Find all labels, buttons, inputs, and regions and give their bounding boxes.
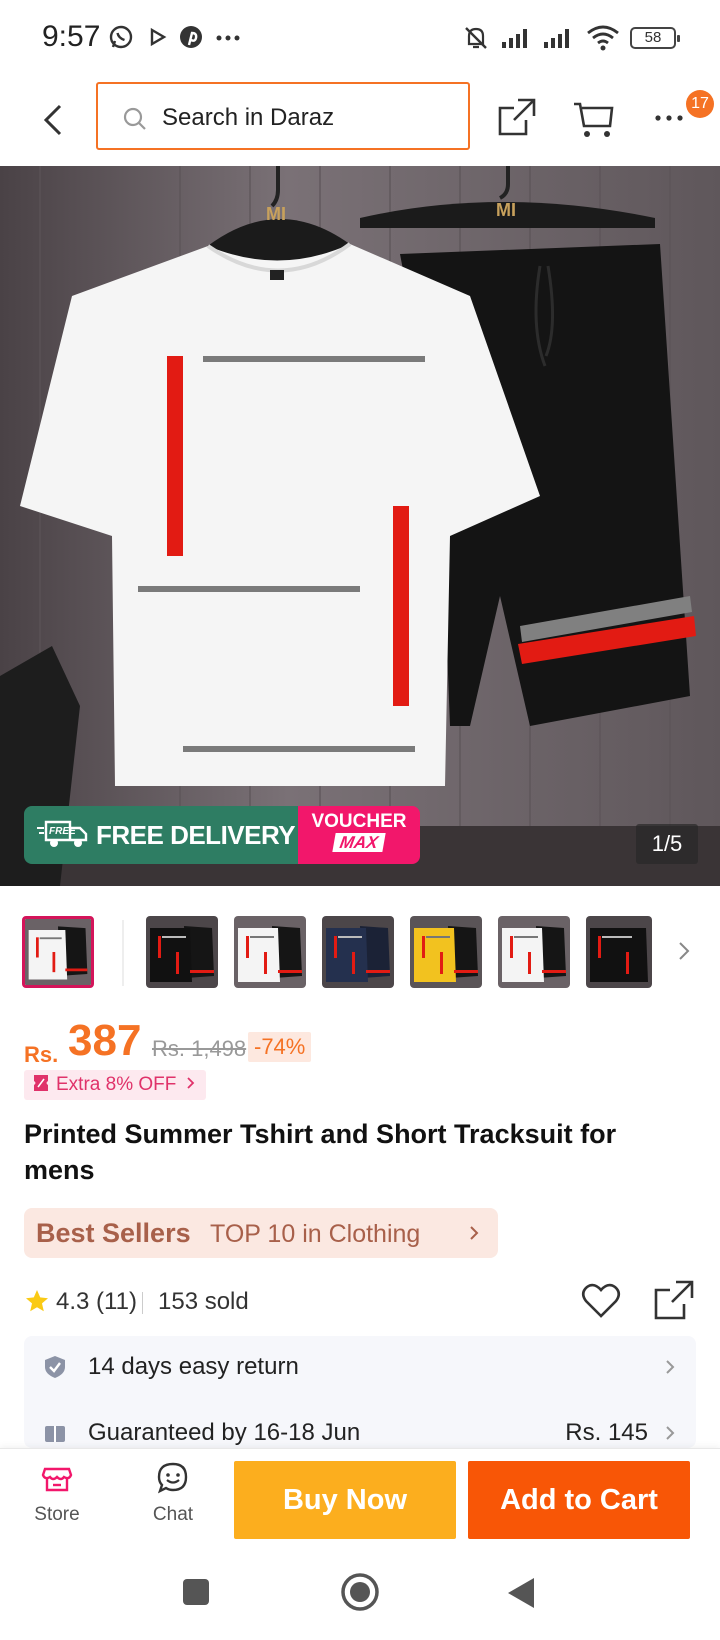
chevron-right-icon xyxy=(186,1075,196,1096)
svg-text:MI: MI xyxy=(266,204,286,224)
product-photo: MI MI xyxy=(0,166,720,886)
delivery-guarantee-text: Guaranteed by 16-18 Jun xyxy=(88,1419,361,1446)
price-value: 387 xyxy=(68,1016,142,1065)
buy-now-button[interactable]: Buy Now xyxy=(234,1461,456,1539)
product-image[interactable]: MI MI 1/5 xyxy=(0,166,720,886)
back-nav-icon[interactable] xyxy=(506,1576,538,1615)
cart-icon[interactable] xyxy=(572,96,616,145)
add-to-cart-button[interactable]: Add to Cart xyxy=(468,1461,690,1539)
voucher-max-badge: VOUCHER MAX xyxy=(298,806,420,864)
return-policy-row[interactable]: 14 days easy return xyxy=(24,1336,696,1396)
thumbnail-strip xyxy=(0,910,720,1000)
delivery-icon xyxy=(42,1420,68,1448)
more-icon[interactable] xyxy=(652,102,688,137)
thumbnail-item[interactable] xyxy=(146,916,218,988)
delivery-fee: Rs. 145 xyxy=(565,1419,648,1446)
signal-icon xyxy=(500,24,534,55)
shield-check-icon xyxy=(42,1354,68,1385)
top-header: Search in Daraz 17 xyxy=(0,78,720,166)
search-icon xyxy=(122,106,148,137)
service-info-card: 14 days easy return Guaranteed by 16-18 … xyxy=(24,1336,696,1448)
thumbnail-divider xyxy=(122,920,124,986)
return-policy-text: 14 days easy return xyxy=(88,1353,299,1380)
heart-icon[interactable] xyxy=(580,1280,622,1327)
chevron-right-icon[interactable] xyxy=(676,938,692,969)
delivery-row[interactable]: Guaranteed by 16-18 Jun Rs. 145 xyxy=(24,1402,696,1448)
thumbnail-item[interactable] xyxy=(498,916,570,988)
search-placeholder: Search in Daraz xyxy=(162,104,335,131)
voucher-icon xyxy=(32,1073,50,1098)
system-nav-bar xyxy=(0,1552,720,1640)
sold-count: 153 sold xyxy=(158,1288,249,1315)
status-bar: 9:57 58 xyxy=(0,0,720,78)
best-sellers-banner[interactable]: Best Sellers TOP 10 in Clothing xyxy=(24,1208,498,1258)
store-label: Store xyxy=(34,1504,80,1525)
store-button[interactable]: Store xyxy=(12,1461,102,1541)
thumbnail-item[interactable] xyxy=(22,916,94,988)
search-input[interactable]: Search in Daraz xyxy=(96,82,470,150)
svg-text:MI: MI xyxy=(496,200,516,220)
truck-free-label: FREE xyxy=(49,826,76,837)
divider xyxy=(142,1292,143,1314)
mute-icon xyxy=(462,24,490,57)
recents-icon[interactable] xyxy=(180,1576,212,1613)
chevron-right-icon xyxy=(664,1358,676,1381)
price-row: Rs. 387 Rs. 1,498 -74% xyxy=(24,1016,704,1072)
chevron-right-icon xyxy=(664,1424,676,1447)
status-time: 9:57 xyxy=(42,20,101,53)
whatsapp-icon xyxy=(108,24,134,55)
thumbnail-item[interactable] xyxy=(586,916,652,988)
promo-banner: FREE FREE DELIVERY VOUCHER MAX xyxy=(24,806,420,864)
extra-offer-tag[interactable]: Extra 8% OFF xyxy=(24,1070,207,1100)
discount-badge: -74% xyxy=(248,1032,312,1062)
battery-icon: 58 xyxy=(630,27,680,49)
more-dots-icon xyxy=(214,24,242,55)
wifi-icon xyxy=(586,24,620,57)
image-counter: 1/5 xyxy=(636,824,698,864)
cart-badge: 17 xyxy=(686,90,714,118)
chat-icon xyxy=(156,1462,190,1499)
free-delivery-text: FREE DELIVERY xyxy=(96,819,296,850)
share-icon[interactable] xyxy=(652,1278,696,1327)
free-delivery-badge: FREE FREE DELIVERY xyxy=(24,806,298,864)
play-icon xyxy=(148,24,168,55)
chat-button[interactable]: Chat xyxy=(128,1461,218,1541)
best-sellers-label: Best Sellers xyxy=(36,1218,191,1248)
star-icon xyxy=(24,1288,50,1319)
price-currency: Rs. xyxy=(24,1042,59,1067)
thumbnail-item[interactable] xyxy=(234,916,306,988)
home-icon[interactable] xyxy=(340,1572,380,1617)
max-label: MAX xyxy=(332,833,386,852)
store-icon xyxy=(40,1467,74,1499)
chat-label: Chat xyxy=(152,1504,194,1525)
thumbnail-item[interactable] xyxy=(322,916,394,988)
signal-icon xyxy=(542,24,576,55)
product-title: Printed Summer Tshirt and Short Tracksui… xyxy=(24,1119,617,1185)
extra-offer-label: Extra 8% OFF xyxy=(56,1074,177,1095)
original-price: Rs. 1,498 xyxy=(152,1036,247,1061)
voucher-label: VOUCHER xyxy=(311,811,407,832)
bottom-action-bar: Store Chat Buy Now Add to Cart xyxy=(0,1448,720,1552)
rating-row: 4.3 (11) 153 sold xyxy=(24,1280,704,1320)
rating-score[interactable]: 4.3 (11) xyxy=(56,1288,137,1316)
best-sellers-rank: TOP 10 in Clothing xyxy=(210,1220,421,1248)
chevron-right-icon xyxy=(468,1224,480,1247)
pinterest-icon xyxy=(178,24,204,55)
thumbnail-item[interactable] xyxy=(410,916,482,988)
back-icon[interactable] xyxy=(34,98,74,142)
share-icon[interactable] xyxy=(496,96,538,143)
delivery-truck-icon: FREE xyxy=(36,816,88,855)
